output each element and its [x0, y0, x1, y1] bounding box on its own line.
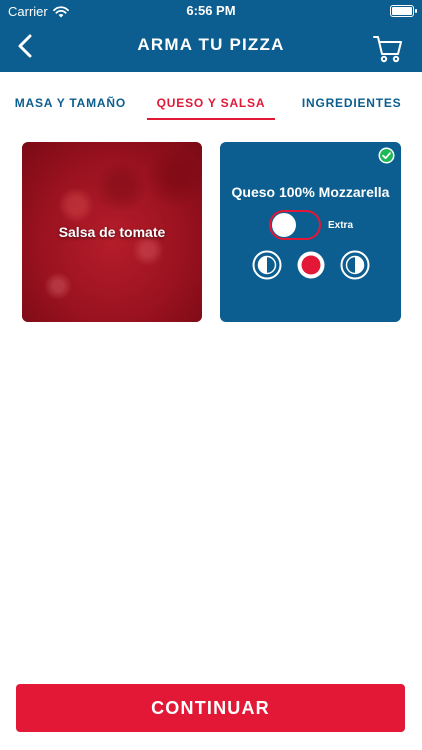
right-half-portion-button[interactable]	[340, 250, 370, 280]
cheese-option-card[interactable]: Queso 100% Mozzarella Extra	[220, 142, 401, 322]
page-title: ARMA TU PIZZA	[137, 35, 285, 54]
sauce-label: Salsa de tomate	[58, 224, 166, 240]
extra-label: Extra	[328, 220, 354, 231]
toggle-knob	[272, 213, 296, 237]
continue-button-label: CONTINUAR	[151, 698, 270, 718]
check-circle-icon	[378, 147, 395, 164]
status-time: 6:56 PM	[186, 3, 236, 18]
shopping-cart-icon[interactable]	[372, 32, 404, 64]
step-tabs: MASA Y TAMAÑO QUESO Y SALSA INGREDIENTES	[0, 84, 422, 124]
status-bar: Carrier 6:56 PM	[0, 0, 422, 22]
left-half-portion-button[interactable]	[252, 250, 282, 280]
sauce-option-card[interactable]: Salsa de tomate	[22, 142, 202, 322]
tab-masa-y-tamano[interactable]: MASA Y TAMAÑO	[0, 84, 141, 124]
whole-portion-button[interactable]	[296, 250, 326, 280]
app-header: Carrier 6:56 PM ARMA TU PIZZA	[0, 0, 422, 72]
tab-ingredientes[interactable]: INGREDIENTES	[281, 84, 422, 124]
cheese-label: Queso 100% Mozzarella	[231, 184, 390, 200]
portion-selector	[220, 250, 401, 280]
tab-queso-y-salsa[interactable]: QUESO Y SALSA	[141, 84, 282, 124]
extra-cheese-toggle[interactable]	[269, 210, 321, 240]
battery-icon	[390, 5, 417, 17]
continue-button[interactable]: CONTINUAR	[16, 684, 405, 732]
